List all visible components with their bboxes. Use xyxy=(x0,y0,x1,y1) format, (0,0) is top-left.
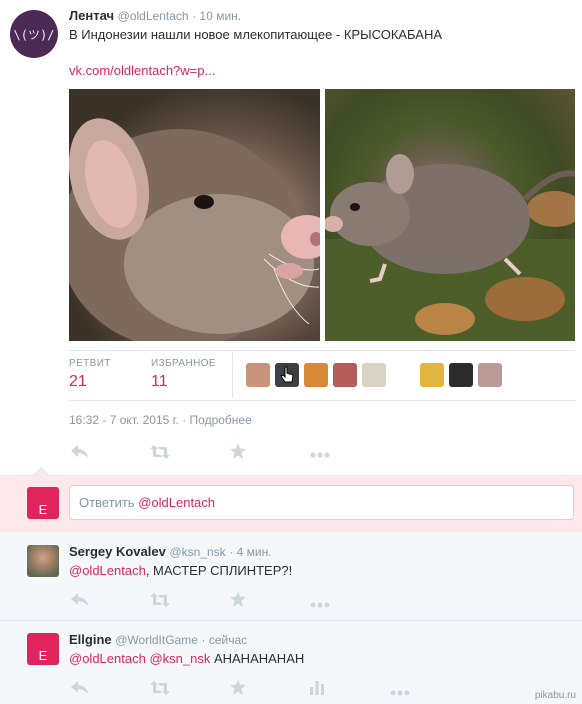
avatar-glyph: \(ツ)/ xyxy=(13,27,55,42)
favoriter-avatar[interactable] xyxy=(478,363,502,387)
star-icon[interactable] xyxy=(230,443,246,463)
star-icon[interactable] xyxy=(230,591,246,611)
author-fullname[interactable]: Лентач xyxy=(69,8,114,23)
more-icon[interactable] xyxy=(390,684,410,700)
avatar-letter: E xyxy=(38,648,48,663)
details-link[interactable]: · Подробнее xyxy=(182,413,252,427)
tweet-photo-1[interactable] xyxy=(69,89,320,341)
current-user-avatar[interactable]: E xyxy=(27,487,59,519)
retweet-icon[interactable] xyxy=(150,681,170,699)
reply-author-username[interactable]: @ksn_nsk xyxy=(169,545,225,559)
favoriter-avatar[interactable] xyxy=(391,363,415,387)
avatar-letter: E xyxy=(38,502,48,517)
tweet-time[interactable]: · 10 мин. xyxy=(192,9,241,23)
retweets-label: РЕТВИТ xyxy=(69,358,111,369)
favorites-label: ИЗБРАННОЕ xyxy=(151,358,216,369)
author-avatar[interactable]: \(ツ)/ xyxy=(10,10,58,58)
reply-author-fullname[interactable]: Ellgine xyxy=(69,632,112,647)
reply-body: , МАСТЕР СПЛИНТЕР?! xyxy=(145,563,293,578)
author-username[interactable]: @oldLentach xyxy=(118,9,189,23)
rat-forest-illustration xyxy=(325,154,575,341)
reply-mention[interactable]: @ksn_nsk xyxy=(149,651,210,666)
favoriter-avatar[interactable] xyxy=(362,363,386,387)
tweet-text: В Индонезии нашли новое млекопитающее - … xyxy=(69,27,443,42)
favoriter-avatar[interactable] xyxy=(275,363,299,387)
favoriter-avatar[interactable] xyxy=(246,363,270,387)
favoriter-avatar[interactable] xyxy=(420,363,444,387)
reply-time[interactable]: · сейчас xyxy=(202,633,248,647)
favoriter-avatar[interactable] xyxy=(333,363,357,387)
stats-separator xyxy=(232,352,233,398)
reply-icon[interactable] xyxy=(71,593,89,611)
reply-caret-fill xyxy=(34,469,48,476)
tweet-timestamp[interactable]: 16:32 - 7 окт. 2015 г. xyxy=(69,413,179,427)
reply-body: АНАНАНАНАН xyxy=(213,651,305,666)
stats-divider-bottom xyxy=(69,400,575,401)
reply-input[interactable]: Ответить @oldLentach xyxy=(69,485,574,520)
reply-author-fullname[interactable]: Sergey Kovalev xyxy=(69,544,166,559)
reply-time[interactable]: · 4 мин. xyxy=(229,545,271,559)
reply-mention[interactable]: @oldLentach xyxy=(69,651,146,666)
favoriter-avatar[interactable] xyxy=(449,363,473,387)
more-icon[interactable] xyxy=(310,446,330,462)
reply-text: @oldLentach, МАСТЕР СПЛИНТЕР?! xyxy=(69,563,292,578)
analytics-icon[interactable] xyxy=(310,679,324,699)
reply-author-avatar[interactable]: E xyxy=(27,633,59,665)
favoriter-avatar[interactable] xyxy=(304,363,328,387)
retweet-icon[interactable] xyxy=(150,445,170,463)
reply-header: Sergey Kovalev @ksn_nsk · 4 мин. xyxy=(69,544,272,559)
watermark: pikabu.ru xyxy=(534,690,576,701)
more-icon[interactable] xyxy=(310,596,330,612)
reply-icon[interactable] xyxy=(71,681,89,699)
reply-placeholder-mention: @oldLentach xyxy=(138,495,216,510)
hand-cursor-icon xyxy=(280,366,294,383)
stats-divider-top xyxy=(69,350,575,351)
reply-author-username[interactable]: @WorldItGame xyxy=(115,633,198,647)
tweet-link[interactable]: vk.com/oldlentach?w=p... xyxy=(69,63,215,78)
reply-mention[interactable]: @oldLentach xyxy=(69,563,146,578)
tweet-timestamp-line: 16:32 - 7 окт. 2015 г. · Подробнее xyxy=(69,413,252,427)
tweet-photo-2[interactable] xyxy=(325,89,575,341)
reply-text: @oldLentach @ksn_nsk АНАНАНАНАН xyxy=(69,651,304,666)
retweet-icon[interactable] xyxy=(150,593,170,611)
retweets-count[interactable]: 21 xyxy=(69,373,87,391)
reply-author-avatar[interactable] xyxy=(27,545,59,577)
star-icon[interactable] xyxy=(230,679,246,699)
rat-closeup-illustration xyxy=(69,118,320,341)
reply-icon[interactable] xyxy=(71,445,89,463)
favorites-count[interactable]: 11 xyxy=(151,373,168,391)
reply-header: Ellgine @WorldItGame · сейчас xyxy=(69,632,247,647)
reply-placeholder-prefix: Ответить xyxy=(79,495,135,510)
tweet-header: Лентач @oldLentach · 10 мин. xyxy=(69,8,241,23)
